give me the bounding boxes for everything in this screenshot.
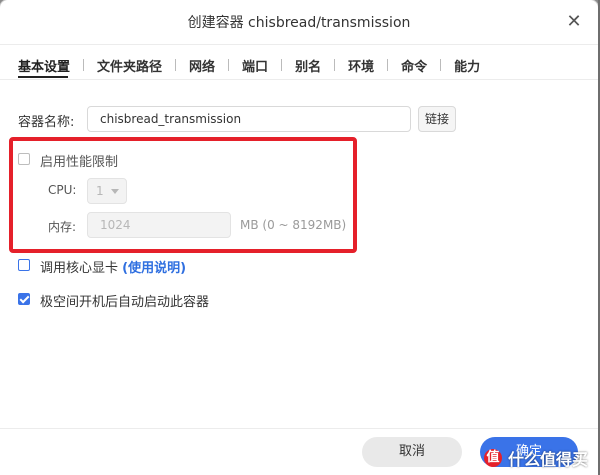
container-name-label: 容器名称: [18, 115, 75, 130]
watermark-badge-icon: 值 [483, 449, 502, 467]
tab-divider [228, 59, 230, 71]
watermark-text: 什么值得买 [507, 450, 588, 469]
gpu-help-link[interactable]: (使用说明) [122, 261, 186, 276]
tab-environment[interactable]: 环境 [348, 56, 374, 75]
container-name-input[interactable]: chisbread_transmission [87, 106, 411, 132]
tab-port[interactable]: 端口 [242, 56, 268, 75]
dialog-titlebar: 创建容器 chisbread/transmission ✕ [0, 0, 598, 45]
site-watermark: 值 什么值得买 [483, 447, 588, 469]
highlight-annotation-box [9, 137, 357, 253]
tabs-divider [0, 79, 598, 80]
gpu-label: 调用核心显卡 [40, 261, 119, 276]
cancel-button[interactable]: 取消 [362, 437, 462, 467]
dialog-title: 创建容器 chisbread/transmission [187, 15, 411, 31]
tab-bar: 基本设置 文件夹路径 网络 端口 别名 环境 命令 能力 [18, 52, 480, 78]
gpu-option: 调用核心显卡 (使用说明) [40, 257, 186, 276]
link-button[interactable]: 链接 [418, 106, 456, 132]
active-tab-indicator [18, 76, 68, 78]
tab-command[interactable]: 命令 [401, 56, 427, 75]
tab-divider [281, 59, 283, 71]
autostart-label: 极空间开机后自动启动此容器 [40, 295, 210, 310]
tab-basic-settings[interactable]: 基本设置 [18, 56, 70, 75]
tab-divider [175, 59, 177, 71]
gpu-checkbox[interactable] [18, 259, 30, 271]
autostart-checkbox[interactable] [18, 293, 30, 305]
tab-alias[interactable]: 别名 [295, 56, 321, 75]
tab-divider [387, 59, 389, 71]
tab-capabilities[interactable]: 能力 [454, 56, 480, 75]
tab-folder-path[interactable]: 文件夹路径 [97, 56, 162, 75]
create-container-dialog: 创建容器 chisbread/transmission ✕ 基本设置 文件夹路径… [0, 0, 598, 475]
tab-divider [83, 59, 85, 71]
tab-divider [334, 59, 336, 71]
tab-network[interactable]: 网络 [189, 56, 215, 75]
tab-divider [440, 59, 442, 71]
close-icon[interactable]: ✕ [564, 12, 584, 32]
